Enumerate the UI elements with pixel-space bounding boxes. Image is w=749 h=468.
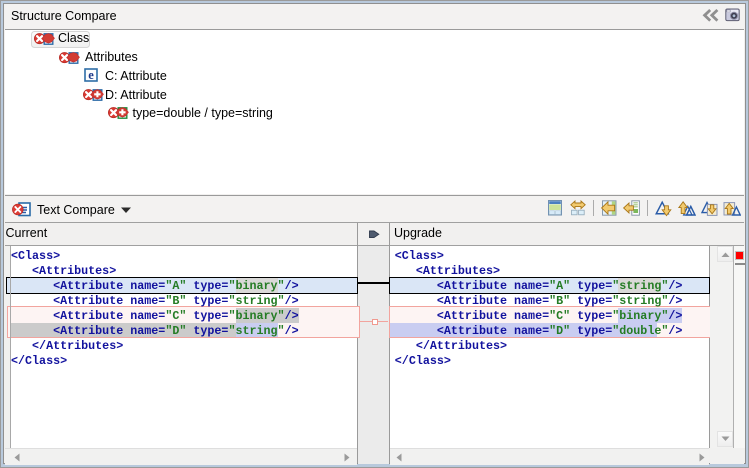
svg-text:e: e [88,68,94,82]
